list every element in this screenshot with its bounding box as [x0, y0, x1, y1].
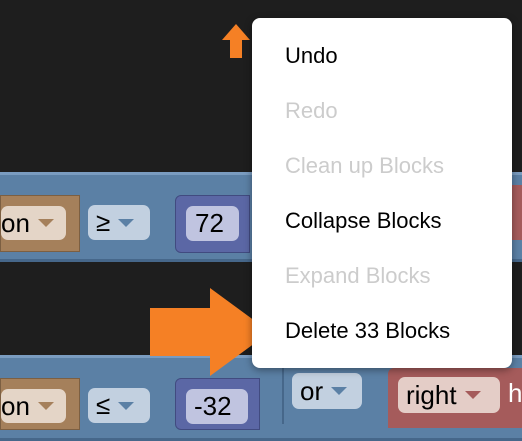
number-field[interactable]: -32: [186, 389, 248, 424]
dropdown-arrow-icon: [37, 219, 54, 227]
number-field[interactable]: 72: [186, 206, 239, 241]
sensor-block[interactable]: on: [0, 195, 80, 252]
operator-dropdown[interactable]: ≥: [88, 205, 150, 240]
number-block[interactable]: 72: [175, 195, 250, 253]
menu-item-clean-up-blocks[interactable]: Clean up Blocks: [285, 153, 444, 179]
sensor-block[interactable]: on: [0, 378, 80, 430]
direction-block[interactable]: right h: [388, 368, 522, 428]
direction-dropdown[interactable]: right: [398, 377, 500, 413]
sensor-dropdown[interactable]: on: [1, 206, 66, 240]
up-arrow-icon: [222, 24, 250, 58]
context-menu: Undo Redo Clean up Blocks Collapse Block…: [252, 18, 512, 368]
dropdown-arrow-icon: [464, 391, 481, 399]
dropdown-arrow-icon: [37, 402, 54, 410]
sensor-dropdown[interactable]: on: [1, 389, 66, 423]
menu-item-redo[interactable]: Redo: [285, 98, 338, 124]
block-text: h: [508, 378, 522, 408]
logic-operator-dropdown[interactable]: or: [292, 373, 362, 409]
menu-item-undo[interactable]: Undo: [285, 43, 338, 69]
operator-dropdown[interactable]: ≤: [88, 388, 150, 423]
dropdown-arrow-icon: [118, 401, 135, 410]
number-block[interactable]: -32: [175, 378, 260, 430]
divider: [282, 362, 284, 424]
menu-item-expand-blocks[interactable]: Expand Blocks: [285, 263, 431, 289]
menu-item-delete-blocks[interactable]: Delete 33 Blocks: [285, 318, 450, 344]
dropdown-arrow-icon: [118, 218, 135, 227]
dropdown-arrow-icon: [331, 387, 348, 395]
menu-item-collapse-blocks[interactable]: Collapse Blocks: [285, 208, 442, 234]
